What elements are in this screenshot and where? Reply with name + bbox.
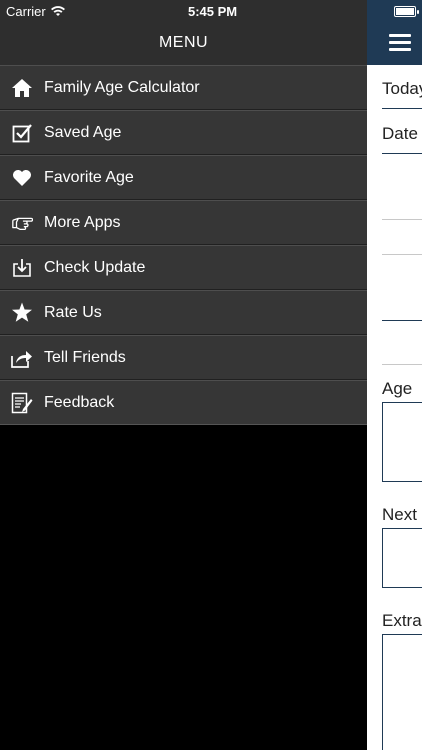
picker-row-divider xyxy=(382,254,422,255)
star-icon xyxy=(11,302,33,324)
status-bar: Carrier 5:45 PM xyxy=(0,0,367,22)
menu-item-label: Family Age Calculator xyxy=(44,78,200,96)
age-result-box xyxy=(382,402,422,482)
today-underline xyxy=(382,108,422,109)
menu-item-label: Favorite Age xyxy=(44,168,134,186)
share-icon xyxy=(11,347,33,369)
menu-item-family-age-calculator[interactable]: Family Age Calculator xyxy=(0,65,367,110)
menu-item-rate-us[interactable]: Rate Us xyxy=(0,290,367,335)
battery-icon xyxy=(394,6,419,17)
date-underline xyxy=(382,153,422,154)
pointing-hand-icon xyxy=(11,212,33,234)
next-birthday-label: Next xyxy=(382,505,417,524)
side-drawer: Carrier 5:45 PM MENU Family Age Calculat… xyxy=(0,0,367,750)
nav-bar xyxy=(367,0,422,65)
menu-item-label: Tell Friends xyxy=(44,348,126,366)
menu-item-label: Feedback xyxy=(44,393,115,411)
menu-item-favorite-age[interactable]: Favorite Age xyxy=(0,155,367,200)
menu-title: MENU xyxy=(158,34,209,51)
menu-item-label: Check Update xyxy=(44,258,146,276)
wifi-icon xyxy=(50,6,65,16)
picker-row-divider xyxy=(382,219,422,220)
menu-item-label: Rate Us xyxy=(44,303,102,321)
extra-info-box xyxy=(382,634,422,750)
extra-label: Extra xyxy=(382,611,422,630)
menu-item-tell-friends[interactable]: Tell Friends xyxy=(0,335,367,380)
today-label: Today xyxy=(382,79,422,98)
menu-item-label: Saved Age xyxy=(44,123,122,141)
date-label: Date xyxy=(382,124,418,143)
age-label: Age xyxy=(382,379,413,398)
menu-item-label: More Apps xyxy=(44,213,121,231)
picker-separator xyxy=(382,364,422,365)
hamburger-menu-button[interactable] xyxy=(389,34,411,52)
heart-icon xyxy=(11,167,33,189)
menu-list: Family Age Calculator Saved Age Favorite… xyxy=(0,65,367,425)
menu-item-check-update[interactable]: Check Update xyxy=(0,245,367,290)
menu-item-saved-age[interactable]: Saved Age xyxy=(0,110,367,155)
feedback-icon xyxy=(11,392,33,414)
checkbox-icon xyxy=(11,122,33,144)
carrier-label: Carrier xyxy=(6,4,46,19)
main-content-panel: Today Date Age Next Extra xyxy=(367,0,422,750)
menu-item-feedback[interactable]: Feedback xyxy=(0,380,367,425)
download-icon xyxy=(11,257,33,279)
carrier-indicator: Carrier xyxy=(6,4,65,19)
picker-bottom-line xyxy=(382,320,422,321)
menu-item-more-apps[interactable]: More Apps xyxy=(0,200,367,245)
status-time: 5:45 PM xyxy=(188,4,238,19)
next-birthday-box xyxy=(382,528,422,588)
drawer-header: Carrier 5:45 PM MENU xyxy=(0,0,367,65)
home-icon xyxy=(11,77,33,99)
